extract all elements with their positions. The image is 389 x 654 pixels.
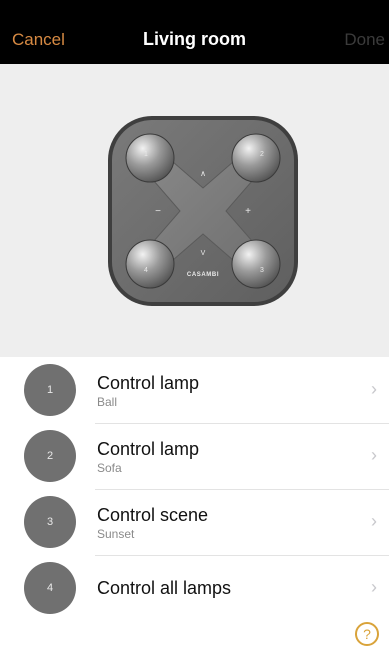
switch-button-1 [125,133,175,183]
done-button[interactable]: Done [344,30,385,50]
action-target: Ball [97,395,118,409]
switch-button-1-label: 1 [144,151,148,158]
button-number-badge: 3 [24,496,76,548]
casambi-xpress-switch: 1 2 3 4 ∧ V − + CASAMBI [106,114,300,308]
switch-button-3 [231,239,281,289]
action-target: Sofa [97,461,122,475]
list-item-button-2[interactable]: 2 Control lamp Sofa › [0,423,389,489]
chevron-right-icon: › [371,379,377,399]
list-item-button-1[interactable]: 1 Control lamp Ball › [0,357,389,423]
up-symbol: ∧ [200,169,206,178]
switch-button-2-label: 2 [260,151,264,158]
navigation-bar: Cancel Living room Done [0,0,389,64]
chevron-right-icon: › [371,511,377,531]
chevron-right-icon: › [371,445,377,465]
down-symbol: V [201,250,206,257]
button-number-badge: 4 [24,562,76,614]
action-title: Control lamp [97,439,200,459]
chevron-right-icon: › [371,577,377,597]
action-title: Control all lamps [97,578,232,598]
list-item-button-3[interactable]: 3 Control scene Sunset › [0,489,389,555]
brand-logo-text: CASAMBI [187,272,219,278]
button-action-list: 1 Control lamp Ball › 2 Control lamp Sof… [0,357,389,621]
switch-button-3-label: 3 [260,267,264,274]
page-title: Living room [143,29,246,49]
switch-button-4-label: 4 [144,267,148,274]
device-preview-area: 1 2 3 4 ∧ V − + CASAMBI [0,64,389,357]
button-number-badge: 1 [24,364,76,416]
action-title: Control scene [97,505,209,525]
minus-symbol: − [155,206,161,217]
action-target: Sunset [97,527,135,541]
help-button[interactable]: ? [355,622,379,646]
action-title: Control lamp [97,373,200,393]
switch-button-2 [231,133,281,183]
button-number-badge: 2 [24,430,76,482]
list-item-button-4[interactable]: 4 Control all lamps › [0,555,389,621]
switch-button-4 [125,239,175,289]
switch-illustration: 1 2 3 4 ∧ V − + CASAMBI [108,116,298,306]
plus-symbol: + [245,206,251,217]
